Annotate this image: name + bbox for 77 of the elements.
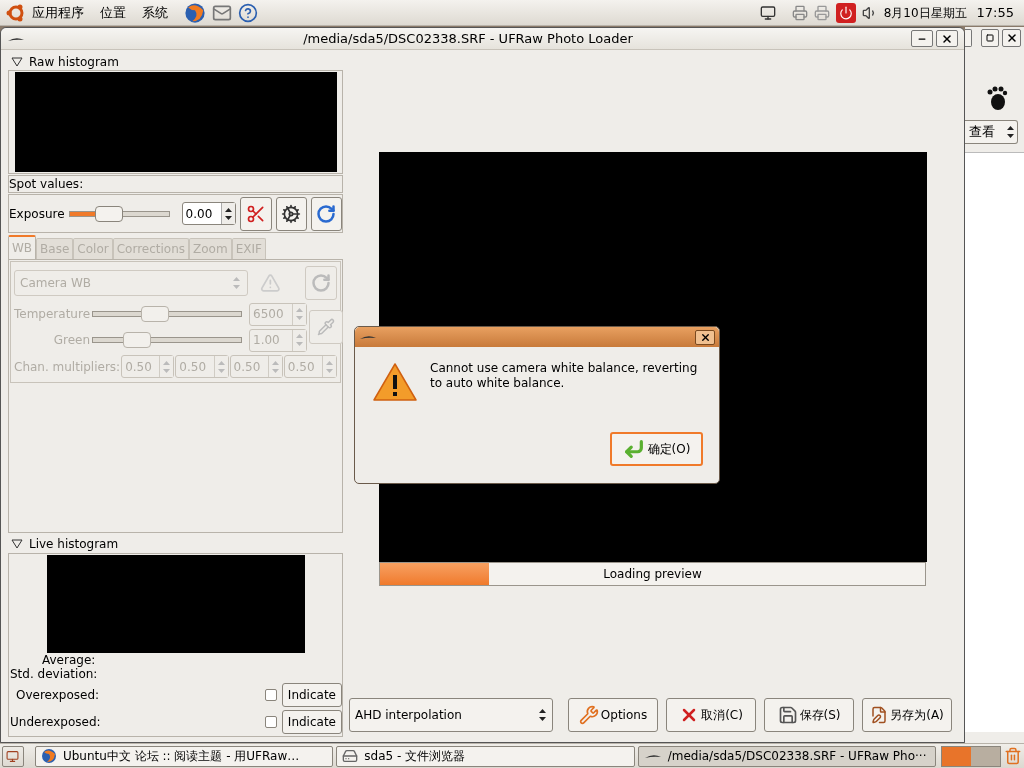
globe-icon xyxy=(40,748,57,764)
taskbar-button[interactable]: /media/sda5/DSC02338.SRF - UFRaw Pho··· xyxy=(637,745,937,767)
spin-arrows-icon[interactable] xyxy=(224,205,234,222)
dialog-message: Cannot use camera white balance, reverting to auto white balance. xyxy=(430,361,699,392)
slider-label: Temperature xyxy=(14,306,90,323)
section-title[interactable]: Raw histogram xyxy=(29,52,119,71)
slider-label: Green xyxy=(52,332,90,349)
panel-menu[interactable]: 系统 xyxy=(142,2,168,23)
clock-text[interactable]: 17:55 xyxy=(976,2,1014,23)
action-button[interactable]: 另存为(A) xyxy=(862,698,952,732)
printer-icon[interactable] xyxy=(813,4,830,21)
refresh-icon xyxy=(316,203,337,224)
scissors-icon xyxy=(246,203,267,224)
spot-values-label: Spot values: xyxy=(9,176,84,193)
wrench-icon xyxy=(578,705,599,725)
minimize-button[interactable] xyxy=(911,30,933,47)
close-button[interactable] xyxy=(695,329,715,345)
monitor-icon[interactable] xyxy=(759,4,776,21)
action-button[interactable]: Options xyxy=(568,698,658,732)
maximize-icon xyxy=(985,34,994,42)
progress-text: Loading preview xyxy=(603,566,702,583)
action-button[interactable]: 保存(S) xyxy=(764,698,854,732)
view-combo[interactable]: 查看 xyxy=(965,120,1018,144)
spin-arrows-icon[interactable] xyxy=(538,707,547,723)
checkbox[interactable] xyxy=(264,715,277,728)
drive-icon xyxy=(342,748,359,764)
warning-icon xyxy=(372,362,418,402)
panel-menu[interactable]: 位置 xyxy=(100,2,126,23)
expander-icon[interactable] xyxy=(11,539,23,549)
expander-icon[interactable] xyxy=(11,56,23,67)
ubuntu-logo-icon[interactable] xyxy=(6,2,26,23)
taskbar-button[interactable]: sda5 - 文件浏览器 xyxy=(336,745,635,767)
refresh-button[interactable] xyxy=(310,196,342,231)
close-button[interactable] xyxy=(1002,29,1021,47)
gear-icon xyxy=(281,203,302,224)
return-arrow-icon xyxy=(622,438,645,460)
help-icon[interactable] xyxy=(238,2,258,23)
close-icon xyxy=(699,331,711,343)
close-icon xyxy=(941,32,953,45)
exposure-label: Exposure xyxy=(9,205,65,223)
spin-field[interactable]: 0.00 xyxy=(181,202,237,225)
window-title: /media/sda5/DSC02338.SRF - UFRaw Photo Loader xyxy=(302,29,634,48)
date-text[interactable]: 8月10日星期五 xyxy=(883,3,967,22)
workspace-switcher[interactable] xyxy=(941,745,1002,767)
warning-icon xyxy=(260,272,281,294)
action-button[interactable]: 取消(C) xyxy=(666,698,756,732)
show-desktop-button[interactable] xyxy=(2,745,24,767)
printer-icon[interactable] xyxy=(791,4,808,21)
globe-icon[interactable] xyxy=(184,1,206,24)
panel-menu[interactable]: 应用程序 xyxy=(32,2,84,23)
slider-thumb[interactable] xyxy=(95,205,124,222)
std-deviation-label: Std. deviation: xyxy=(9,667,99,681)
close-icon xyxy=(1005,32,1018,44)
gears-button[interactable] xyxy=(275,196,307,231)
ok-button[interactable]: 确定(O) xyxy=(610,432,703,466)
exposure-warning-label: Underexposed: xyxy=(9,713,102,731)
multipliers-label: Chan. multipliers: xyxy=(14,358,121,376)
indicate-button[interactable]: Indicate xyxy=(281,682,342,707)
average-label: Average: xyxy=(41,653,97,667)
trash-icon[interactable] xyxy=(1004,747,1022,765)
eyedropper-icon xyxy=(317,318,335,336)
spin-arrows-icon[interactable] xyxy=(1006,124,1015,140)
footprint-icon xyxy=(986,85,1008,111)
maximize-button[interactable] xyxy=(980,29,1000,47)
indicate-button[interactable]: Indicate xyxy=(281,709,342,734)
power-icon[interactable] xyxy=(835,2,856,23)
exposure-warning-label: Overexposed: xyxy=(15,686,101,704)
checkbox[interactable] xyxy=(264,688,277,701)
interpolation-combo[interactable]: AHD interpolation xyxy=(349,698,553,732)
section-title[interactable]: Live histogram xyxy=(29,535,119,553)
minimize-button[interactable] xyxy=(965,29,972,47)
refresh-icon xyxy=(310,273,331,293)
taskbar-button[interactable]: Ubuntu中文 论坛 :: 阅读主题 - 用UFRaw… xyxy=(34,745,334,767)
document-edit-icon xyxy=(870,706,889,724)
scissors-button[interactable] xyxy=(240,196,272,231)
desktop-icon xyxy=(6,749,20,763)
close-button[interactable] xyxy=(936,30,958,47)
